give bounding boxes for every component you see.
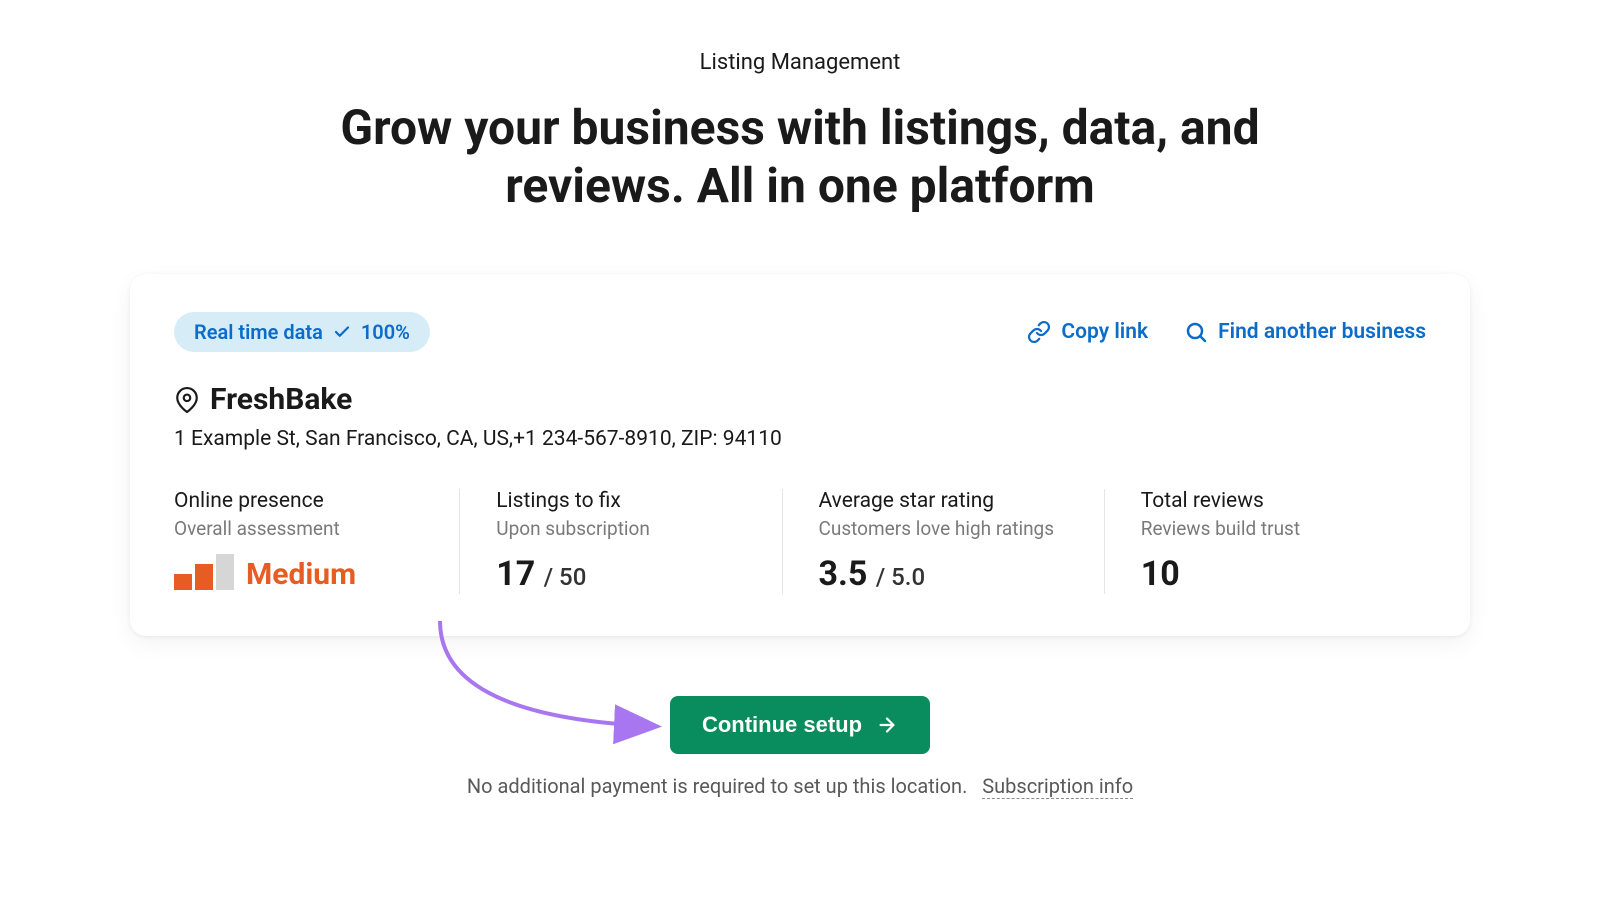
copy-link-label: Copy link [1061, 320, 1148, 344]
rating-value: 3.5 [819, 554, 868, 594]
find-business-label: Find another business [1218, 320, 1426, 344]
eyebrow-label: Listing Management [700, 50, 901, 75]
check-icon [333, 323, 351, 341]
realtime-badge-label: Real time data [194, 320, 323, 344]
metric-total-reviews: Total reviews Reviews build trust 10 [1104, 489, 1426, 594]
metric-online-presence: Online presence Overall assessment Mediu… [174, 489, 459, 594]
business-summary-card: Real time data 100% Copy link Fi [130, 274, 1470, 636]
rating-total: / 5.0 [876, 563, 925, 591]
metric-average-rating: Average star rating Customers love high … [782, 489, 1104, 594]
continue-setup-label: Continue setup [702, 712, 862, 738]
annotation-arrow-icon [420, 616, 700, 756]
search-icon [1184, 320, 1208, 344]
metric-title: Total reviews [1141, 489, 1390, 513]
metric-subtitle: Overall assessment [174, 517, 423, 540]
page-headline: Grow your business with listings, data, … [320, 99, 1280, 214]
listings-total: / 50 [544, 563, 587, 591]
business-name: FreshBake [210, 382, 352, 417]
realtime-badge: Real time data 100% [174, 312, 430, 352]
metric-title: Average star rating [819, 489, 1068, 513]
pin-icon [174, 387, 200, 413]
metric-subtitle: Reviews build trust [1141, 517, 1390, 540]
subscription-info-link[interactable]: Subscription info [982, 774, 1133, 799]
link-icon [1027, 320, 1051, 344]
metric-subtitle: Customers love high ratings [819, 517, 1068, 540]
listings-value: 17 [496, 554, 535, 594]
metric-listings-to-fix: Listings to fix Upon subscription 17 / 5… [459, 489, 781, 594]
metric-title: Listings to fix [496, 489, 745, 513]
reviews-value: 10 [1141, 554, 1180, 594]
metric-subtitle: Upon subscription [496, 517, 745, 540]
continue-setup-button[interactable]: Continue setup [670, 696, 930, 754]
presence-level: Medium [246, 560, 356, 590]
signal-bars-icon [174, 554, 234, 590]
business-address: 1 Example St, San Francisco, CA, US,+1 2… [174, 427, 1426, 451]
realtime-badge-value: 100% [361, 320, 410, 344]
find-business-button[interactable]: Find another business [1184, 320, 1426, 344]
footnote-text: No additional payment is required to set… [467, 774, 967, 798]
copy-link-button[interactable]: Copy link [1027, 320, 1148, 344]
metric-title: Online presence [174, 489, 423, 513]
arrow-right-icon [876, 714, 898, 736]
